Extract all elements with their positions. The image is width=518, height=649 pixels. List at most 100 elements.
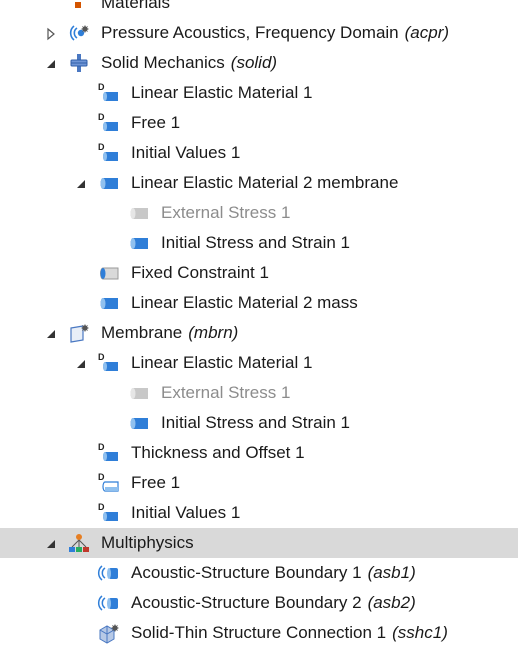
node-name: Linear Elastic Material 1 (131, 83, 313, 102)
pressure-acoustics-icon (67, 22, 91, 44)
tree-node-lem1[interactable]: D Linear Elastic Material 1 (0, 78, 518, 108)
membrane-icon (67, 322, 91, 344)
collapsed-triangle-icon[interactable] (44, 26, 58, 41)
expanded-triangle-icon[interactable] (44, 326, 58, 340)
node-name: Acoustic-Structure Boundary 2 (131, 593, 362, 612)
domain-node-disabled-icon (127, 382, 151, 404)
tree-node-label: Pressure Acoustics, Frequency Domain (acp… (101, 23, 449, 43)
domain-node-icon (127, 232, 151, 254)
domain-default-icon: D (97, 142, 121, 164)
tree-node-lem2m[interactable]: Linear Elastic Material 2 membrane (0, 168, 518, 198)
node-tag: (asb1) (367, 563, 416, 582)
tree-node-label: External Stress 1 (161, 383, 290, 403)
expanded-triangle-icon[interactable] (74, 356, 88, 370)
tree-node-mfree1[interactable]: D Free 1 (0, 468, 518, 498)
node-name: Acoustic-Structure Boundary 1 (131, 563, 362, 582)
tree-node-asb1[interactable]: Acoustic-Structure Boundary 1 (asb1) (0, 558, 518, 588)
tree-node-label: Initial Values 1 (131, 503, 240, 523)
tree-node-label: Initial Stress and Strain 1 (161, 413, 350, 433)
domain-default-icon: D (97, 352, 121, 374)
svg-text:D: D (98, 442, 105, 452)
tree-node-label: Solid-Thin Structure Connection 1 (sshc1) (131, 623, 448, 643)
acoustic-structure-icon (97, 562, 121, 584)
tree-node-solid[interactable]: Solid Mechanics (solid) (0, 48, 518, 78)
svg-text:D: D (98, 82, 105, 92)
tree-node-es1[interactable]: External Stress 1 (0, 198, 518, 228)
tree-node-label: Linear Elastic Material 1 (131, 83, 312, 103)
node-name: Initial Stress and Strain 1 (161, 413, 350, 432)
tree-node-label: Solid Mechanics (solid) (101, 53, 277, 73)
tree-node-tao1[interactable]: D Thickness and Offset 1 (0, 438, 518, 468)
svg-text:D: D (98, 502, 105, 512)
node-name: Initial Values 1 (131, 143, 241, 162)
acoustic-structure-icon (97, 592, 121, 614)
node-name: Linear Elastic Material 2 membrane (131, 173, 399, 192)
multiphysics-icon (67, 532, 91, 554)
tree-node-label: Linear Elastic Material 2 mass (131, 293, 358, 313)
domain-node-icon (97, 292, 121, 314)
node-name: Membrane (101, 323, 183, 342)
node-name: Thickness and Offset 1 (131, 443, 305, 462)
node-name: External Stress 1 (161, 203, 291, 222)
node-name: Free 1 (131, 113, 181, 132)
tree-node-miv1[interactable]: D Initial Values 1 (0, 498, 518, 528)
node-tag: (mbrn) (188, 323, 239, 342)
node-tag: (acpr) (404, 23, 450, 42)
tree-node-iv1[interactable]: D Initial Values 1 (0, 138, 518, 168)
node-name: Solid Mechanics (101, 53, 225, 72)
tree-node-label: Linear Elastic Material 1 (131, 353, 312, 373)
materials-icon (67, 0, 91, 14)
svg-text:D: D (98, 352, 105, 362)
domain-default-icon: D (97, 82, 121, 104)
tree-node-label: Free 1 (131, 113, 180, 133)
fixed-constraint-icon (97, 262, 121, 284)
domain-default-icon: D (97, 502, 121, 524)
tree-node-label: Multiphysics (101, 533, 194, 553)
svg-text:D: D (98, 142, 105, 152)
tree-node-label: Acoustic-Structure Boundary 2 (asb2) (131, 593, 416, 613)
svg-text:D: D (98, 112, 105, 122)
tree-node-mph[interactable]: Multiphysics (0, 528, 518, 558)
tree-node-label: Free 1 (131, 473, 180, 493)
domain-default-light-icon: D (97, 472, 121, 494)
tree-node-miss1[interactable]: Initial Stress and Strain 1 (0, 408, 518, 438)
tree-node-free1[interactable]: D Free 1 (0, 108, 518, 138)
tree-node-asb2[interactable]: Acoustic-Structure Boundary 2 (asb2) (0, 588, 518, 618)
tree-node-mes1[interactable]: External Stress 1 (0, 378, 518, 408)
domain-default-icon: D (97, 112, 121, 134)
tree-node-label: Linear Elastic Material 2 membrane (131, 173, 398, 193)
domain-node-icon (97, 172, 121, 194)
solid-mechanics-icon (67, 52, 91, 74)
tree-node-iss1[interactable]: Initial Stress and Strain 1 (0, 228, 518, 258)
tree-node-materials[interactable]: Materials (0, 0, 518, 18)
tree-node-label: Initial Stress and Strain 1 (161, 233, 350, 253)
node-name: Materials (101, 0, 170, 12)
tree-node-label: Fixed Constraint 1 (131, 263, 269, 283)
domain-node-icon (127, 412, 151, 434)
tree-node-label: External Stress 1 (161, 203, 290, 223)
node-name: External Stress 1 (161, 383, 291, 402)
tree-node-mbrn[interactable]: Membrane (mbrn) (0, 318, 518, 348)
tree-node-mlem1[interactable]: D Linear Elastic Material 1 (0, 348, 518, 378)
node-name: Fixed Constraint 1 (131, 263, 269, 282)
solid-thin-connection-icon (97, 622, 121, 644)
node-name: Solid-Thin Structure Connection 1 (131, 623, 387, 642)
tree-node-lem2mass[interactable]: Linear Elastic Material 2 mass (0, 288, 518, 318)
tree-node-label: Materials (101, 0, 170, 13)
model-builder-tree: Materials Pressure Acoustics, Frequency D… (0, 0, 518, 649)
tree-node-label: Membrane (mbrn) (101, 323, 238, 343)
node-name: Free 1 (131, 473, 181, 492)
expanded-triangle-icon[interactable] (44, 56, 58, 70)
node-name: Linear Elastic Material 2 mass (131, 293, 358, 312)
tree-node-label: Thickness and Offset 1 (131, 443, 305, 463)
expanded-triangle-icon[interactable] (44, 536, 58, 550)
node-name: Initial Values 1 (131, 503, 241, 522)
expanded-triangle-icon[interactable] (74, 176, 88, 190)
node-tag: (solid) (230, 53, 278, 72)
tree-node-acpr[interactable]: Pressure Acoustics, Frequency Domain (acp… (0, 18, 518, 48)
domain-default-icon: D (97, 442, 121, 464)
domain-node-disabled-icon (127, 202, 151, 224)
tree-node-fc1[interactable]: Fixed Constraint 1 (0, 258, 518, 288)
tree-node-label: Acoustic-Structure Boundary 1 (asb1) (131, 563, 416, 583)
tree-node-sshc1[interactable]: Solid-Thin Structure Connection 1 (sshc1) (0, 618, 518, 648)
